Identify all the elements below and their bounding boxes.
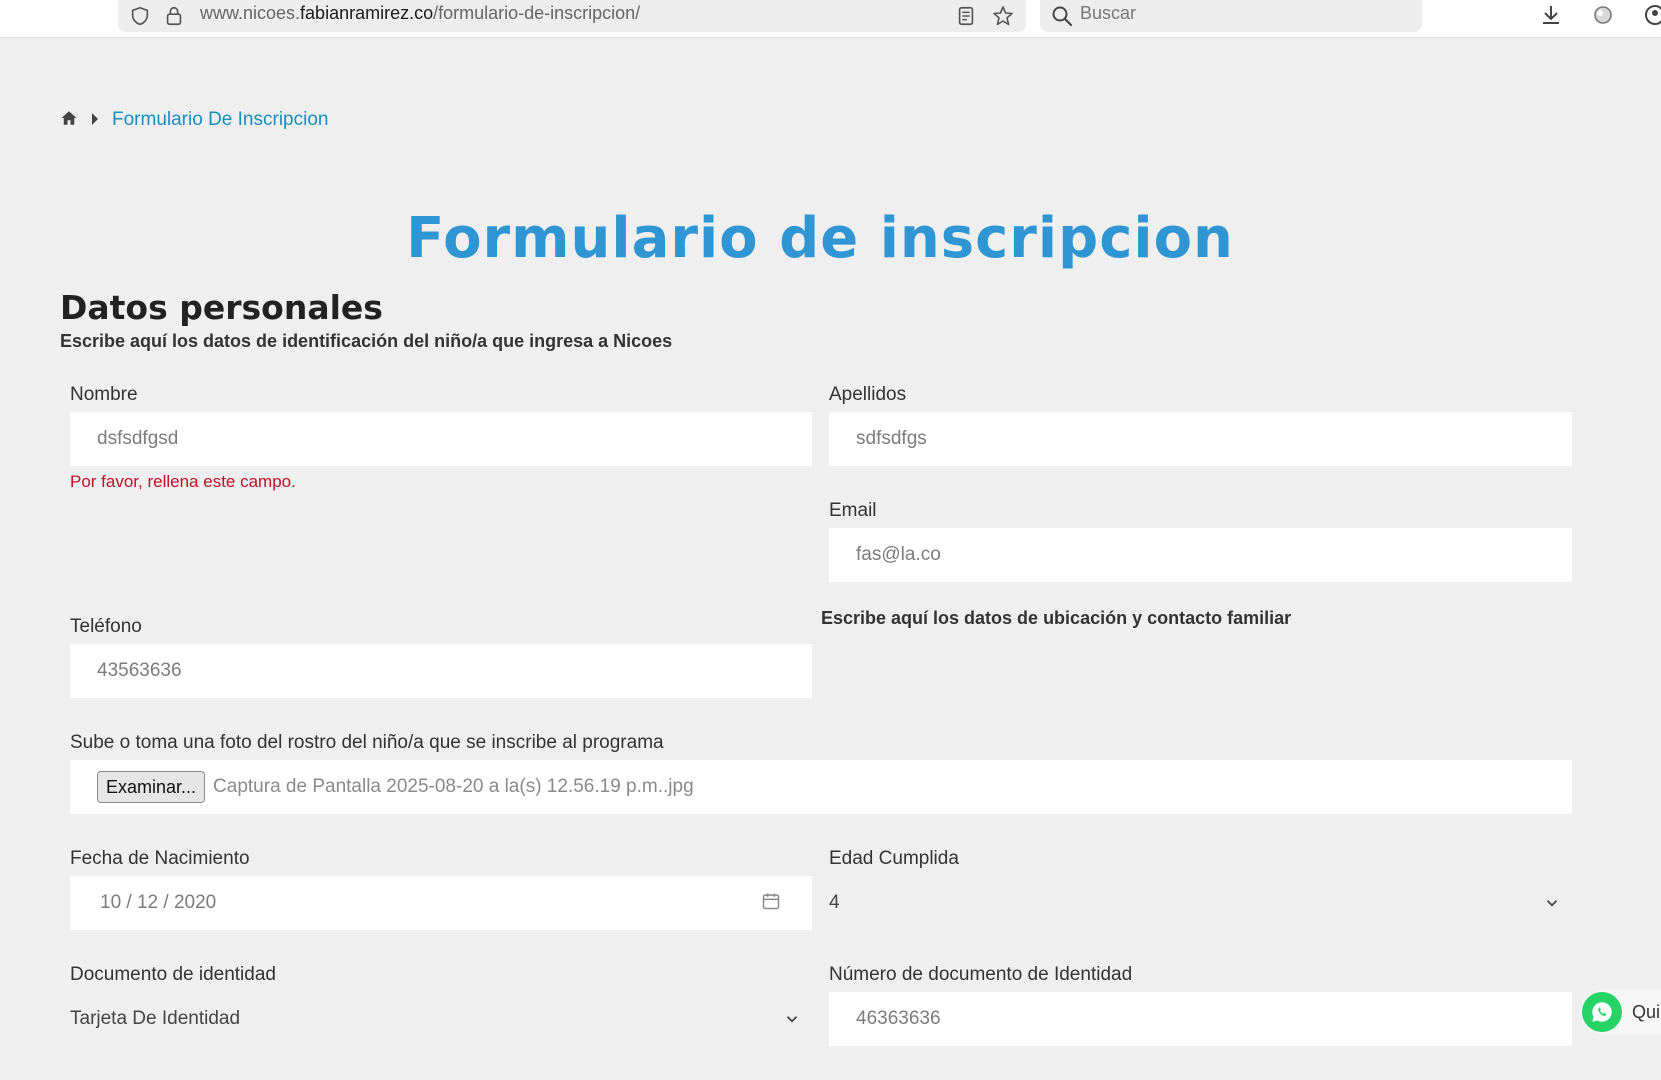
address-bar[interactable]: www.nicoes.fabianramirez.co/formulario-d… [118, 0, 1026, 32]
documento-value: Tarjeta De Identidad [70, 1008, 241, 1029]
reader-icon[interactable] [954, 4, 978, 28]
contact-note: Escribe aquí los datos de ubicación y co… [821, 608, 1292, 628]
whatsapp-button[interactable]: Qui [1580, 990, 1661, 1034]
email-label: Email [829, 500, 877, 521]
calendar-icon[interactable] [761, 891, 781, 915]
search-placeholder: Buscar [1080, 3, 1137, 23]
caret-right-icon [90, 111, 100, 130]
page-content: Formulario De Inscripcion Formulario de … [0, 38, 1661, 1080]
browser-search[interactable]: Buscar [1040, 0, 1422, 32]
fecha-nacimiento-label: Fecha de Nacimiento [70, 848, 250, 869]
fecha-nacimiento-input[interactable]: 10 / 12 / 2020 [70, 876, 812, 930]
documento-label: Documento de identidad [70, 964, 276, 985]
extension-icon[interactable] [1588, 0, 1618, 30]
shield-icon[interactable] [128, 4, 152, 28]
whatsapp-icon [1582, 992, 1622, 1032]
edad-value: 4 [829, 892, 840, 913]
email-input[interactable]: fas@la.co [829, 528, 1572, 582]
url-domain: fabianramirez.co [300, 3, 434, 23]
browse-button[interactable]: Examinar... [97, 771, 206, 803]
search-icon [1050, 4, 1074, 28]
edad-label: Edad Cumplida [829, 848, 959, 869]
telefono-label: Teléfono [70, 616, 142, 637]
url-text[interactable]: www.nicoes.fabianramirez.co/formulario-d… [200, 3, 640, 24]
browser-toolbar: www.nicoes.fabianramirez.co/formulario-d… [0, 0, 1661, 38]
home-icon[interactable] [60, 109, 78, 131]
numero-documento-label: Número de documento de Identidad [829, 964, 1133, 985]
documento-select[interactable]: Tarjeta De Identidad [70, 999, 812, 1039]
foto-label: Sube o toma una foto del rostro del niño… [70, 732, 664, 753]
nombre-label: Nombre [70, 384, 138, 405]
account-icon[interactable] [1640, 0, 1661, 30]
fecha-nacimiento-value: 10 / 12 / 2020 [100, 892, 217, 913]
url-prefix: www.nicoes. [200, 3, 301, 23]
section-subtitle: Escribe aquí los datos de identificación… [60, 331, 673, 351]
whatsapp-label: Qui [1632, 1001, 1661, 1022]
nombre-input[interactable]: dsfsdfgsd [70, 412, 812, 466]
breadcrumb: Formulario De Inscripcion [60, 108, 328, 132]
foto-file-input: Examinar... Captura de Pantalla 2025-08-… [70, 760, 1572, 814]
telefono-input[interactable]: 43563636 [70, 644, 812, 698]
section-title: Datos personales [60, 288, 383, 327]
url-path: /formulario-de-inscripcion/ [433, 3, 641, 23]
page-title: Formulario de inscripcion [406, 206, 1234, 271]
breadcrumb-current[interactable]: Formulario De Inscripcion [112, 109, 328, 131]
star-icon[interactable] [991, 4, 1015, 28]
edad-select[interactable]: 4 [829, 883, 1572, 923]
lock-icon[interactable] [162, 4, 186, 28]
chevron-down-icon [1543, 894, 1561, 912]
numero-documento-input[interactable]: 46363636 [829, 992, 1572, 1046]
download-icon[interactable] [1536, 0, 1566, 30]
nombre-error: Por favor, rellena este campo. [70, 472, 296, 491]
apellidos-label: Apellidos [829, 384, 907, 405]
apellidos-input[interactable]: sdfsdfgs [829, 412, 1572, 466]
chevron-down-icon [783, 1010, 801, 1028]
selected-file-name: Captura de Pantalla 2025-08-20 a la(s) 1… [213, 776, 694, 797]
